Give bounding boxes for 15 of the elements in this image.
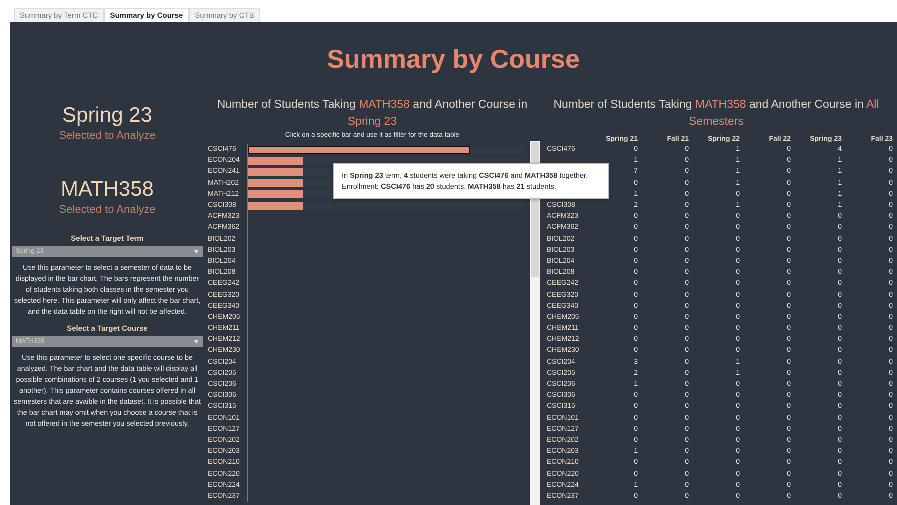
page-title: Summary by Course: [327, 43, 580, 76]
bar[interactable]: [248, 156, 304, 165]
caret-icon: [194, 250, 199, 254]
bar[interactable]: [248, 168, 304, 176]
caption: Selected to Analyze: [58, 203, 157, 217]
bar[interactable]: [248, 190, 304, 198]
bar[interactable]: [248, 179, 304, 188]
bar[interactable]: [248, 202, 304, 210]
caret-icon: [194, 340, 199, 344]
bar[interactable]: [248, 146, 470, 154]
selected-term: Spring 23: [62, 103, 154, 129]
caption: Selected to Analyze: [58, 129, 157, 143]
chart-title: Number of Students Taking MATH358 and Another Course in Spring 23: [216, 98, 529, 130]
selected-course: MATH358: [60, 177, 155, 203]
table-title: Number of Students Taking MATH358 and Another Course in All Semesters: [552, 98, 880, 130]
